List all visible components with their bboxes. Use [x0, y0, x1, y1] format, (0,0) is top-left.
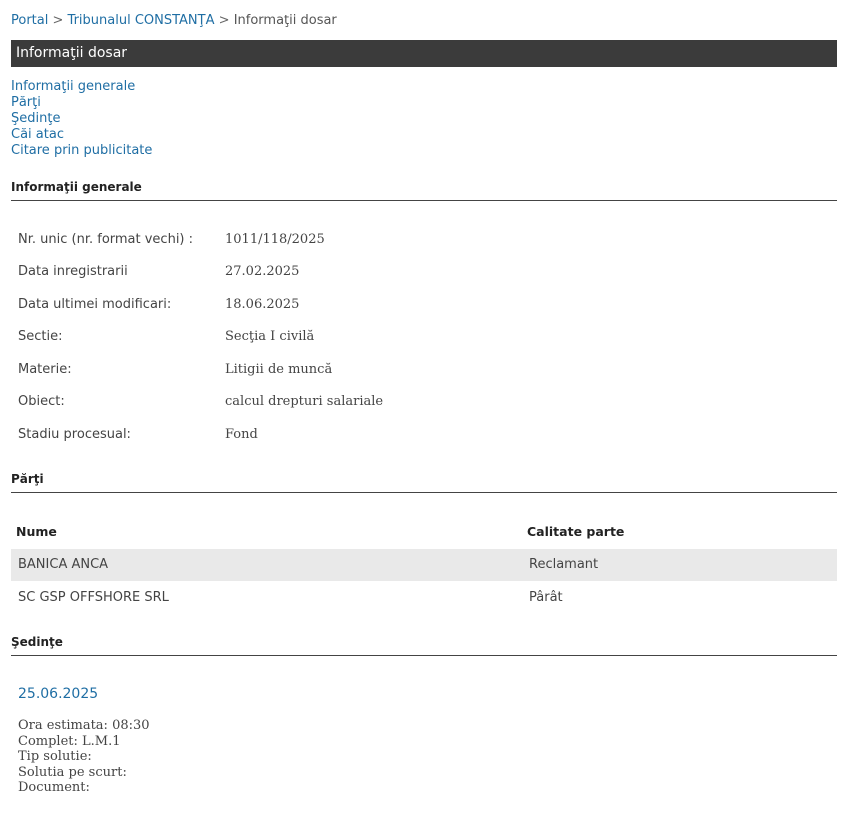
hearing-ora: Ora estimata: 08:30 [18, 718, 150, 733]
info-value: 27.02.2025 [225, 264, 300, 279]
breadcrumb-current: Informaţii dosar [233, 13, 337, 28]
section-title-parti: Părţi [11, 472, 44, 486]
hearing-complet: Complet: L.M.1 [18, 733, 121, 749]
nav-link-sedinte[interactable]: Şedinţe [11, 111, 152, 127]
breadcrumb-tribunal-link[interactable]: Tribunalul CONSTANŢA [68, 13, 215, 28]
column-header-calitate: Calitate parte [527, 524, 625, 539]
info-label: Nr. unic (nr. format vechi) : [18, 232, 194, 247]
info-label: Data inregistrarii [18, 264, 128, 279]
page-title-bar: Informaţii dosar [11, 40, 837, 67]
section-title-general: Informaţii generale [11, 180, 142, 194]
info-value: Litigii de muncă [225, 362, 333, 377]
section-title-sedinte: Şedinţe [11, 635, 63, 649]
hearing-tip-solutie: Tip solutie: [18, 749, 92, 764]
info-label: Obiect: [18, 394, 65, 409]
info-label: Stadiu procesual: [18, 427, 131, 442]
parti-table-header: Nume Calitate parte [11, 521, 837, 543]
page: Portal > Tribunalul CONSTANŢA > Informaţ… [0, 0, 855, 820]
party-role: Reclamant [529, 557, 599, 572]
section-divider [11, 200, 837, 201]
party-name: SC GSP OFFSHORE SRL [18, 590, 169, 605]
nav-link-parti[interactable]: Părţi [11, 95, 152, 111]
section-divider [11, 492, 837, 493]
party-role: Pârât [529, 590, 563, 605]
info-label: Materie: [18, 362, 72, 377]
breadcrumb-portal-link[interactable]: Portal [11, 13, 48, 28]
info-value: 1011/118/2025 [225, 232, 325, 247]
nav-link-informatii-generale[interactable]: Informaţii generale [11, 79, 152, 95]
hearing-solutia: Solutia pe scurt: [18, 764, 127, 780]
section-nav: Informaţii generale Părţi Şedinţe Căi at… [11, 79, 152, 159]
table-row: SC GSP OFFSHORE SRL Pârât [11, 582, 837, 614]
breadcrumb: Portal > Tribunalul CONSTANŢA > Informaţ… [11, 12, 337, 29]
section-divider [11, 655, 837, 656]
column-header-nume: Nume [16, 524, 57, 539]
breadcrumb-separator: > [218, 13, 230, 28]
party-name: BANICA ANCA [18, 557, 109, 572]
hearing-details: Ora estimata: 08:30 Complet: L.M.1 Tip s… [18, 718, 150, 796]
breadcrumb-separator: > [52, 13, 64, 28]
info-value: Secţia I civilă [225, 329, 315, 344]
table-row: BANICA ANCA Reclamant [11, 549, 837, 581]
nav-link-cai-atac[interactable]: Căi atac [11, 127, 152, 143]
info-value: calcul drepturi salariale [225, 394, 384, 409]
info-label: Data ultimei modificari: [18, 297, 172, 312]
page-title: Informaţii dosar [16, 45, 128, 61]
info-label: Sectie: [18, 329, 63, 344]
info-value: Fond [225, 427, 258, 442]
hearing-document: Document: [18, 780, 90, 795]
info-value: 18.06.2025 [225, 297, 300, 312]
hearing-date[interactable]: 25.06.2025 [18, 686, 98, 703]
nav-link-citare[interactable]: Citare prin publicitate [11, 143, 152, 159]
